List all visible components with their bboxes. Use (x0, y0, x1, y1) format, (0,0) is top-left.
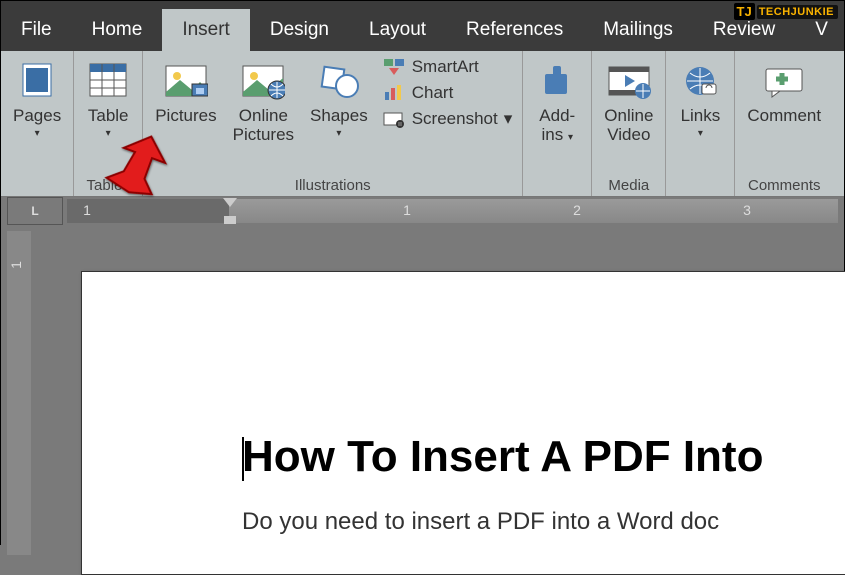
shapes-button[interactable]: Shapes▾ (304, 55, 374, 175)
pictures-icon (164, 59, 208, 103)
group-links: Links▾ (666, 51, 735, 196)
online-pictures-icon (241, 59, 285, 103)
caret-icon: ▾ (681, 128, 721, 139)
addins-button[interactable]: Add-ins ▾ (529, 55, 585, 192)
caret-icon: ▾ (568, 132, 573, 143)
pictures-button[interactable]: Pictures (149, 55, 222, 175)
group-pages: Pages▾ (1, 51, 74, 196)
online-pictures-button[interactable]: OnlinePictures (227, 55, 300, 175)
chart-icon (382, 84, 406, 102)
tab-stop-selector[interactable]: L (7, 197, 63, 225)
group-illustrations: Pictures OnlinePictures Shapes▾ SmartArt (143, 51, 523, 196)
chart-button[interactable]: Chart (382, 83, 513, 103)
ribbon: Pages▾ Table▾ Tables Pictures (1, 51, 844, 197)
tab-home[interactable]: Home (72, 9, 163, 51)
links-button[interactable]: Links▾ (672, 55, 728, 192)
group-addins: Add-ins ▾ (523, 51, 592, 196)
tab-mailings[interactable]: Mailings (583, 9, 693, 51)
ribbon-tabs: File Home Insert Design Layout Reference… (1, 9, 844, 51)
tab-references[interactable]: References (446, 9, 583, 51)
tab-design[interactable]: Design (250, 9, 349, 51)
pages-icon (20, 59, 54, 103)
comment-button[interactable]: Comment (741, 55, 827, 175)
tab-layout[interactable]: Layout (349, 9, 446, 51)
ruler-area: L 1 1 2 3 (1, 197, 844, 225)
group-label-illustrations: Illustrations (149, 175, 516, 194)
group-media: OnlineVideo Media (592, 51, 666, 196)
document-page[interactable]: How To Insert A PDF Into Do you need to … (81, 271, 845, 575)
smartart-button[interactable]: SmartArt (382, 57, 513, 77)
table-button[interactable]: Table▾ (80, 55, 136, 175)
links-icon (682, 59, 718, 103)
document-heading[interactable]: How To Insert A PDF Into (242, 432, 845, 482)
video-icon (607, 59, 651, 103)
hanging-indent-icon[interactable] (224, 216, 236, 224)
shapes-icon (319, 59, 359, 103)
group-tables: Table▾ Tables (74, 51, 143, 196)
caret-icon: ▾ (13, 128, 61, 139)
horizontal-ruler[interactable]: 1 1 2 3 (67, 199, 838, 223)
first-line-indent-icon[interactable] (223, 198, 237, 207)
screenshot-icon (382, 110, 406, 128)
online-video-button[interactable]: OnlineVideo (598, 55, 659, 175)
vertical-ruler[interactable]: 1 (7, 231, 31, 555)
caret-icon: ▾ (310, 128, 368, 139)
tab-insert[interactable]: Insert (162, 9, 250, 51)
pages-button[interactable]: Pages▾ (7, 55, 67, 192)
addins-icon (539, 59, 575, 103)
group-comments: Comment Comments (735, 51, 833, 196)
group-label-tables: Tables (80, 175, 136, 194)
tab-file[interactable]: File (1, 9, 72, 51)
document-body[interactable]: Do you need to insert a PDF into a Word … (242, 508, 845, 536)
group-label-media: Media (598, 175, 659, 194)
document-area: 1 How To Insert A PDF Into Do you need t… (1, 225, 844, 555)
screenshot-button[interactable]: Screenshot ▾ (382, 109, 513, 129)
caret-icon: ▾ (504, 109, 513, 129)
group-label-comments: Comments (741, 175, 827, 194)
comment-icon (762, 59, 806, 103)
table-icon (88, 59, 128, 103)
caret-icon: ▾ (88, 128, 129, 139)
watermark: TJTECHJUNKIE (734, 3, 838, 20)
smartart-icon (382, 58, 406, 76)
